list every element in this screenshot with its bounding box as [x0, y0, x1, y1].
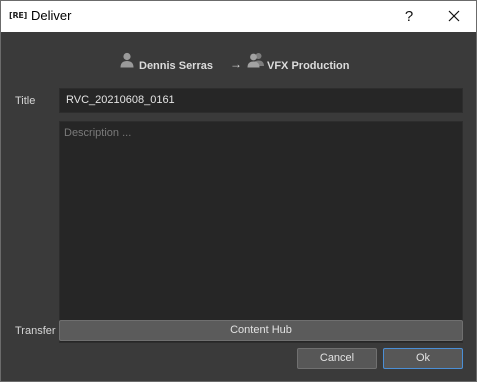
- title-input[interactable]: RVC_20210608_0161: [59, 88, 463, 113]
- window-title: Deliver: [31, 8, 72, 23]
- description-placeholder: Description ...: [64, 127, 132, 139]
- deliver-dialog: [RE] Deliver ? Dennis Serras → VFX Produ…: [0, 0, 477, 382]
- close-button[interactable]: [434, 1, 474, 32]
- title-label: Title: [15, 95, 36, 107]
- recipient-name: VFX Production: [267, 60, 350, 72]
- arrow-right-icon: →: [230, 57, 242, 71]
- close-icon: [448, 10, 460, 22]
- ok-button[interactable]: Ok: [383, 348, 463, 369]
- delivery-route: Dennis Serras → VFX Production: [1, 52, 476, 74]
- transfer-select-button[interactable]: Content Hub: [59, 320, 463, 341]
- dialog-body: Dennis Serras → VFX Production Title RVC…: [1, 32, 476, 381]
- title-bar[interactable]: [RE] Deliver ?: [1, 1, 476, 32]
- user-icon: [120, 52, 134, 68]
- help-button[interactable]: ?: [397, 1, 421, 32]
- sender-name: Dennis Serras: [139, 60, 213, 72]
- app-logo: [RE]: [9, 11, 28, 20]
- group-icon: [247, 53, 264, 68]
- description-textarea[interactable]: Description ...: [59, 121, 463, 343]
- transfer-label: Transfer: [15, 325, 56, 337]
- cancel-button[interactable]: Cancel: [297, 348, 377, 369]
- help-icon: ?: [404, 8, 414, 25]
